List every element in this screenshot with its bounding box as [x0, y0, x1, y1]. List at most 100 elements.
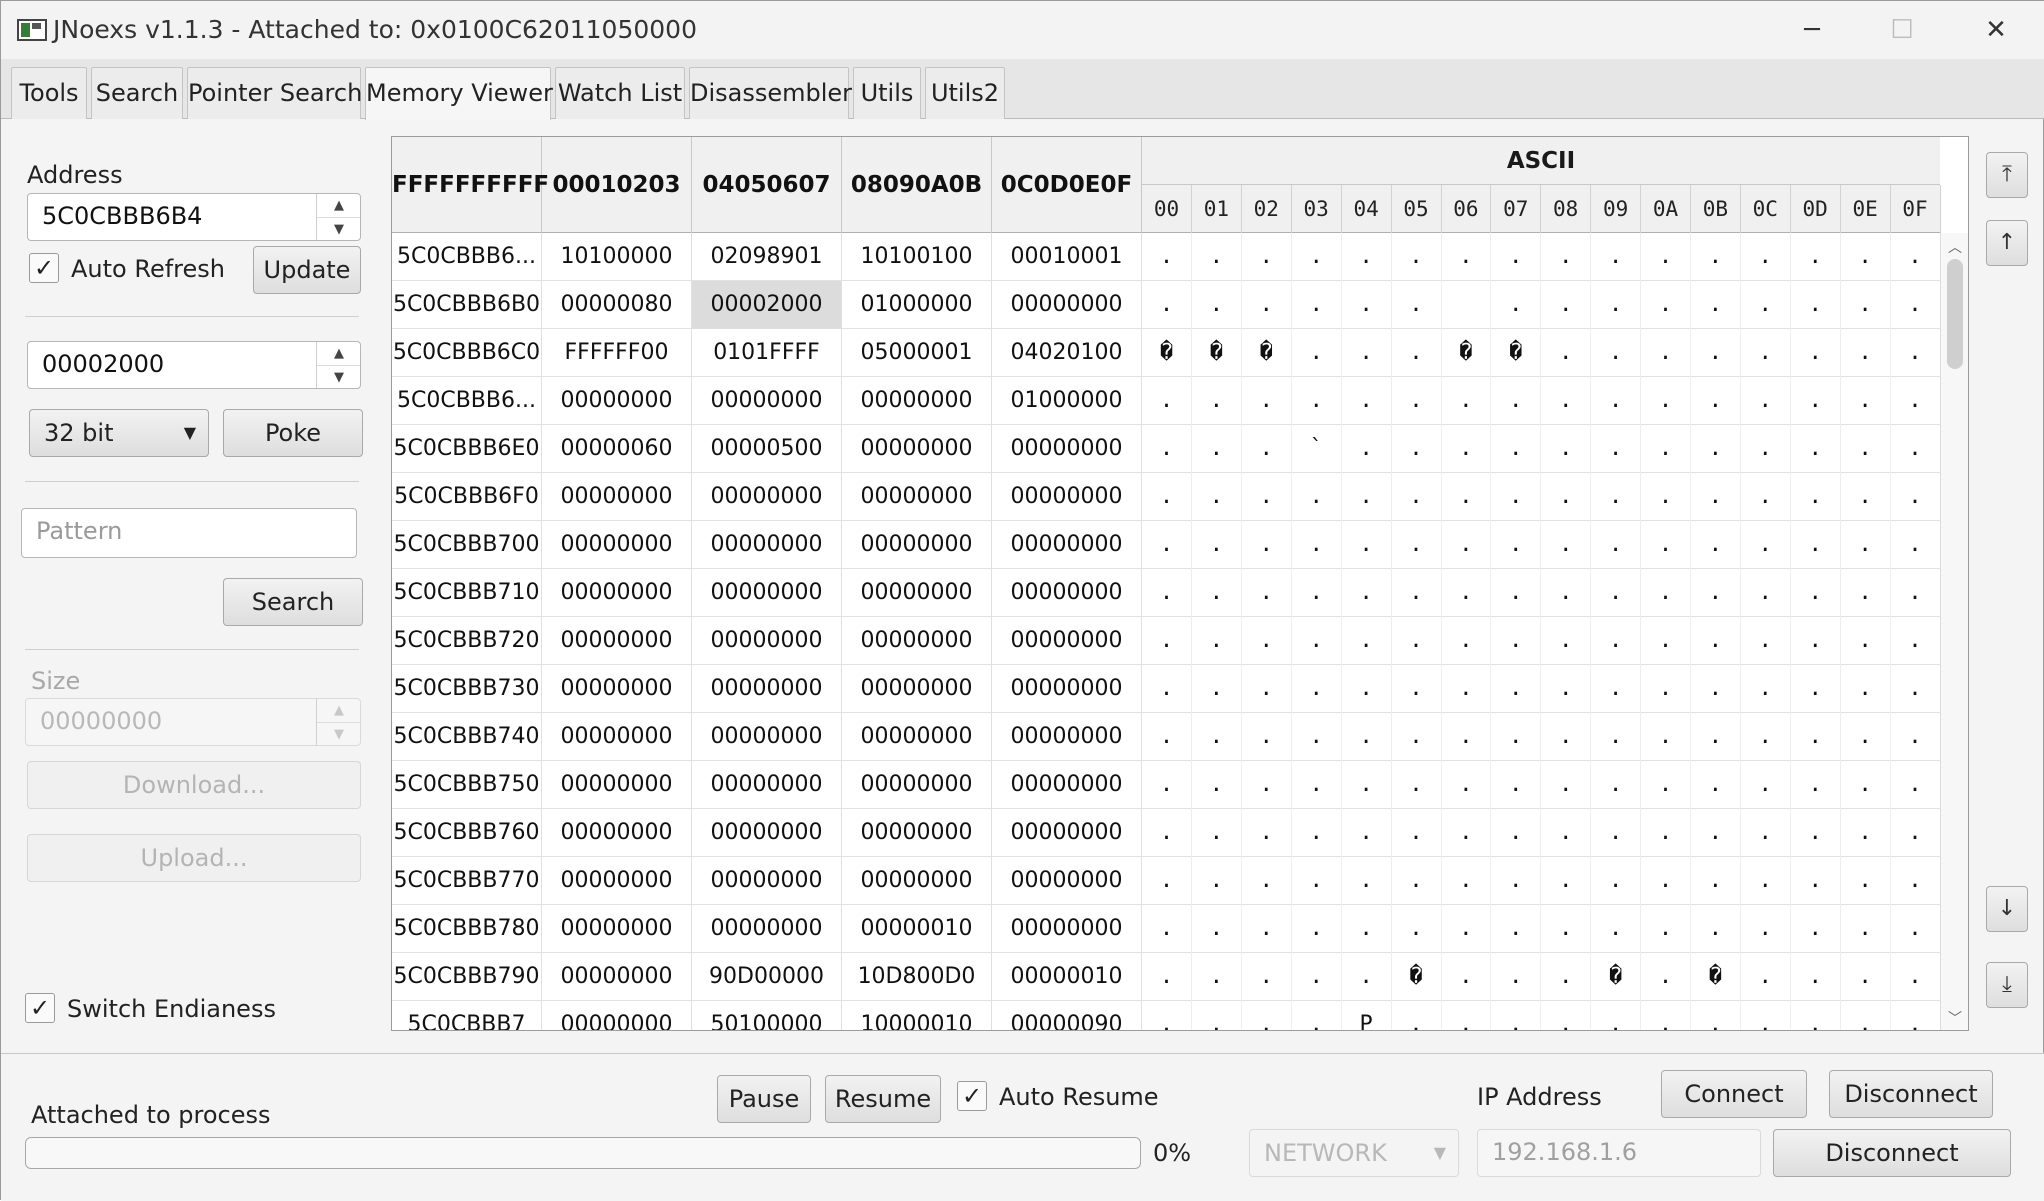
address-cell[interactable]: 5C0CBBB6B0	[392, 281, 542, 329]
maximize-button[interactable]: ☐	[1867, 9, 1937, 51]
hex-cell[interactable]: 00000000	[542, 1001, 692, 1030]
hex-cell[interactable]: 00000000	[992, 569, 1142, 617]
scroll-up-icon[interactable]: ︿	[1941, 237, 1968, 257]
scroll-down-icon[interactable]: ﹀	[1941, 1008, 1968, 1028]
hex-cell[interactable]: 00000000	[842, 761, 992, 809]
vertical-scrollbar[interactable]: ︿ ﹀	[1940, 233, 1968, 1030]
hex-cell[interactable]: 00000000	[842, 473, 992, 521]
hex-cell[interactable]: 00000000	[542, 377, 692, 425]
download-button[interactable]: Download...	[27, 761, 361, 809]
hex-cell[interactable]: 00000000	[992, 905, 1142, 953]
hex-cell[interactable]: 00000000	[992, 857, 1142, 905]
table-row[interactable]: 5C0CBBB6... 10100000 02098901 10100100 00010…	[392, 233, 1941, 281]
hex-cell[interactable]: 05000001	[842, 329, 992, 377]
address-cell[interactable]: 5C0CBBB700	[392, 521, 542, 569]
address-cell[interactable]: 5C0CBBB790	[392, 953, 542, 1001]
table-row[interactable]: 5C0CBBB6C0 FFFFFF00 0101FFFF 05000001 040201…	[392, 329, 1941, 377]
hex-cell[interactable]: 00000000	[542, 713, 692, 761]
hex-cell[interactable]: 00000000	[692, 377, 842, 425]
hex-cell[interactable]: 00000000	[692, 761, 842, 809]
table-row[interactable]: 5C0CBBB6B0 00000080 00002000 01000000 000000…	[392, 281, 1941, 329]
hex-cell[interactable]: 00000000	[842, 857, 992, 905]
hex-cell[interactable]: 00000000	[692, 617, 842, 665]
address-cell[interactable]: 5C0CBBB780	[392, 905, 542, 953]
hex-cell[interactable]: 50100000	[692, 1001, 842, 1030]
connection-type-select[interactable]: NETWORK ▼	[1249, 1129, 1459, 1177]
hex-cell[interactable]: 00000000	[842, 377, 992, 425]
address-cell[interactable]: 5C0CBBB760	[392, 809, 542, 857]
address-cell[interactable]: 5C0CBBB740	[392, 713, 542, 761]
hex-cell[interactable]: 00000060	[542, 425, 692, 473]
table-row[interactable]: 5C0CBBB6E0 00000060 00000500 00000000 000000…	[392, 425, 1941, 473]
hex-cell[interactable]: 00000000	[842, 665, 992, 713]
tab-search[interactable]: Search	[91, 67, 183, 119]
poke-value-input[interactable]: 00002000 ▲ ▼	[27, 341, 361, 389]
address-cell[interactable]: 5C0CBBB710	[392, 569, 542, 617]
table-row[interactable]: 5C0CBBB710 00000000 00000000 00000000 000000…	[392, 569, 1941, 617]
hex-cell[interactable]: 00000000	[842, 809, 992, 857]
table-row[interactable]: 5C0CBBB740 00000000 00000000 00000000 000000…	[392, 713, 1941, 761]
hex-cell[interactable]: 00000000	[542, 569, 692, 617]
switch-endianess-checkbox[interactable]: ✓	[25, 993, 55, 1023]
address-cell[interactable]: 5C0CBBB6...	[392, 377, 542, 425]
hex-cell[interactable]: 00000000	[692, 473, 842, 521]
hex-cell[interactable]: 00000000	[692, 713, 842, 761]
resume-button[interactable]: Resume	[825, 1075, 941, 1123]
hex-cell[interactable]: 00000090	[992, 1001, 1142, 1030]
hex-cell[interactable]: 00000000	[542, 521, 692, 569]
address-cell[interactable]: 5C0CBBB7	[392, 1001, 542, 1030]
close-button[interactable]: ✕	[1961, 9, 2031, 51]
address-cell[interactable]: 5C0CBBB6C0	[392, 329, 542, 377]
address-input[interactable]: 5C0CBBB6B4 ▲ ▼	[27, 193, 361, 241]
hex-cell[interactable]: 01000000	[992, 377, 1142, 425]
hex-cell[interactable]: 10D800D0	[842, 953, 992, 1001]
tab-tools[interactable]: Tools	[11, 67, 87, 119]
hex-cell[interactable]: 00000010	[992, 953, 1142, 1001]
address-cell[interactable]: 5C0CBBB6...	[392, 233, 542, 281]
table-row[interactable]: 5C0CBBB6... 00000000 00000000 00000000 01000…	[392, 377, 1941, 425]
scroll-thumb[interactable]	[1947, 259, 1963, 369]
table-row[interactable]: 5C0CBBB700 00000000 00000000 00000000 000000…	[392, 521, 1941, 569]
tab-utils2[interactable]: Utils2	[925, 67, 1005, 119]
tab-disassembler[interactable]: Disassembler	[689, 67, 852, 119]
hex-cell[interactable]: 00000080	[542, 281, 692, 329]
hex-cell[interactable]: 00000000	[992, 665, 1142, 713]
hex-cell[interactable]: 00010001	[992, 233, 1142, 281]
table-row[interactable]: 5C0CBBB750 00000000 00000000 00000000 000000…	[392, 761, 1941, 809]
spinner-down-icon[interactable]: ▼	[317, 218, 360, 240]
hex-cell[interactable]: 00000000	[992, 281, 1142, 329]
hex-cell[interactable]: 00000000	[692, 857, 842, 905]
table-row[interactable]: 5C0CBBB720 00000000 00000000 00000000 000000…	[392, 617, 1941, 665]
spinner-up-icon[interactable]: ▲	[317, 194, 360, 218]
hex-cell[interactable]: 00000000	[542, 809, 692, 857]
spinner-up-icon[interactable]: ▲	[317, 342, 360, 366]
hex-cell[interactable]: 00000000	[692, 569, 842, 617]
poke-spinner[interactable]: ▲ ▼	[316, 342, 360, 388]
hex-cell[interactable]: 00000000	[542, 905, 692, 953]
hex-cell[interactable]: 00000000	[542, 665, 692, 713]
hex-cell[interactable]: 00000000	[692, 905, 842, 953]
tab-utils[interactable]: Utils	[853, 67, 921, 119]
table-row[interactable]: 5C0CBBB780 00000000 00000000 00000010 000000…	[392, 905, 1941, 953]
hex-cell[interactable]: 00000000	[692, 665, 842, 713]
hex-cell[interactable]: 10100000	[542, 233, 692, 281]
hex-cell[interactable]: 00000000	[992, 425, 1142, 473]
hex-cell[interactable]: FFFFFF00	[542, 329, 692, 377]
table-row[interactable]: 5C0CBBB790 00000000 90D00000 10D800D0 000000…	[392, 953, 1941, 1001]
hex-cell[interactable]: 00000000	[992, 761, 1142, 809]
hex-cell[interactable]: 00000000	[692, 521, 842, 569]
table-row[interactable]: 5C0CBBB6F0 00000000 00000000 00000000 000000…	[392, 473, 1941, 521]
pattern-input[interactable]: Pattern	[21, 508, 357, 558]
hex-cell[interactable]: 00000000	[692, 809, 842, 857]
hex-cell[interactable]: 00000000	[542, 953, 692, 1001]
hex-cell[interactable]: 00000000	[842, 569, 992, 617]
upload-button[interactable]: Upload...	[27, 834, 361, 882]
auto-refresh-checkbox[interactable]: ✓	[29, 253, 59, 283]
hex-cell[interactable]: 00000000	[842, 713, 992, 761]
hex-cell[interactable]: 02098901	[692, 233, 842, 281]
spinner-down-icon[interactable]: ▼	[317, 366, 360, 388]
address-cell[interactable]: 5C0CBBB720	[392, 617, 542, 665]
table-row[interactable]: 5C0CBBB7 00000000 50100000 10000010 00000090…	[392, 1001, 1941, 1030]
scroll-to-bottom-button[interactable]: ⤓	[1986, 962, 2028, 1008]
hex-cell[interactable]: 00000000	[542, 617, 692, 665]
